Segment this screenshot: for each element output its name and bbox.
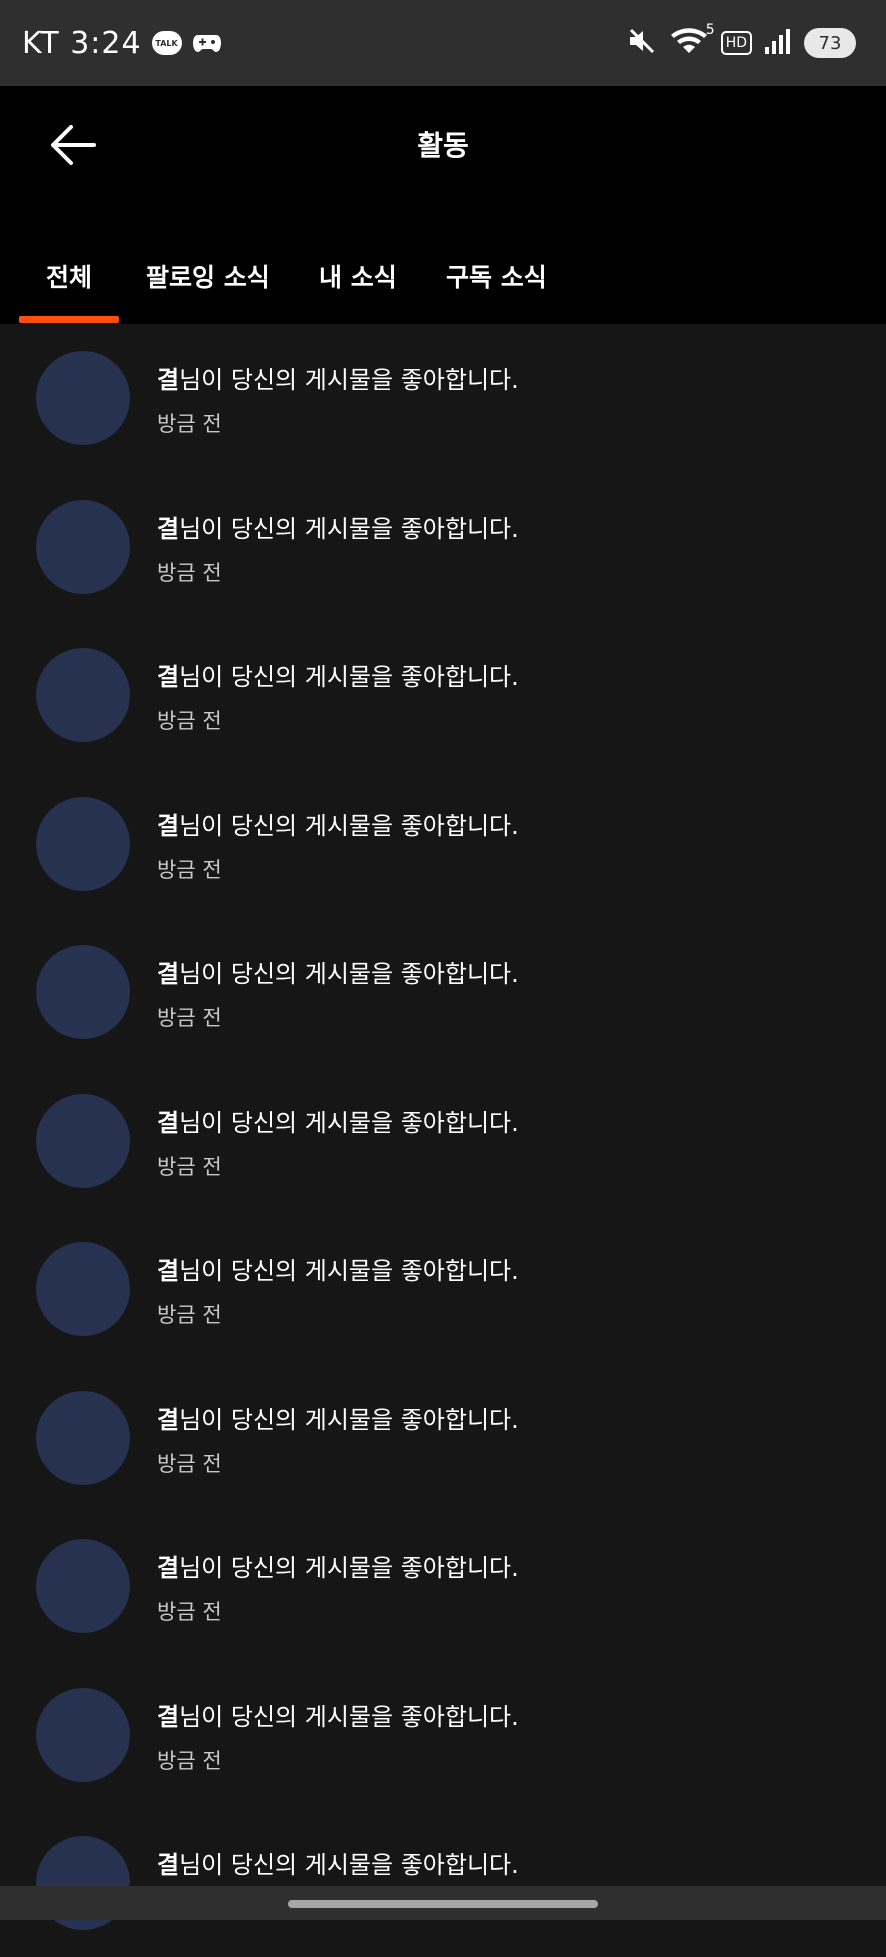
hd-label: HD [725, 35, 747, 51]
list-item[interactable]: 결님이 당신의 게시물을 좋아합니다. 방금 전 [0, 1215, 886, 1363]
notification-time: 방금 전 [157, 1303, 222, 1327]
notification-text: 님이 당신의 게시물을 좋아합니다. [179, 663, 519, 691]
tab-following[interactable]: 팔로잉 소식 [146, 258, 270, 294]
notification-message: 결님이 당신의 게시물을 좋아합니다. [157, 1845, 519, 1880]
avatar[interactable] [36, 1687, 130, 1782]
user-name: 결 [157, 1257, 180, 1285]
notification-time: 방금 전 [157, 1006, 222, 1030]
kakaotalk-icon: TALK [151, 31, 182, 55]
list-item[interactable]: 결님이 당신의 게시물을 좋아합니다. 방금 전 [0, 324, 886, 472]
user-name: 결 [157, 960, 180, 988]
notification-time: 방금 전 [157, 560, 222, 585]
notification-text: 님이 당신의 게시물을 좋아합니다. [179, 1554, 519, 1582]
notification-text: 님이 당신의 게시물을 좋아합니다. [179, 1405, 519, 1434]
wifi-icon: 5 [669, 22, 715, 60]
notification-text: 님이 당신의 게시물을 좋아합니다. [179, 366, 519, 394]
carrier-time: KT 3:24 [22, 25, 142, 61]
mute-icon [627, 27, 657, 59]
avatar[interactable] [36, 1242, 130, 1336]
talk-label: TALK [155, 38, 178, 48]
battery-level: 73 [818, 32, 842, 54]
user-name: 결 [157, 1851, 180, 1879]
avatar[interactable] [36, 499, 130, 594]
hd-voice-icon: HD [720, 31, 752, 55]
list-item[interactable]: 결님이 당신의 게시물을 좋아합니다. 방금 전 [0, 1512, 886, 1660]
notification-time: 방금 전 [157, 1154, 222, 1179]
notification-time: 방금 전 [157, 1600, 222, 1624]
user-name: 결 [157, 514, 180, 543]
notification-time: 방금 전 [157, 1451, 222, 1476]
notification-text: 님이 당신의 게시물을 좋아합니다. [179, 1851, 519, 1879]
tab-bar: 전체 팔로잉 소식 내 소식 구독 소식 [0, 238, 886, 324]
list-item[interactable]: 결님이 당신의 게시물을 좋아합니다. 방금 전 [0, 1364, 886, 1512]
list-item[interactable]: 결님이 당신의 게시물을 좋아합니다. 방금 전 [0, 1067, 886, 1215]
user-name: 결 [157, 811, 180, 840]
notification-time: 방금 전 [157, 857, 222, 882]
notification-message: 결님이 당신의 게시물을 좋아합니다. [157, 657, 519, 692]
notification-message: 결님이 당신의 게시물을 좋아합니다. [157, 1400, 519, 1435]
tab-my-news[interactable]: 내 소식 [319, 258, 397, 294]
notification-text: 님이 당신의 게시물을 좋아합니다. [179, 1257, 519, 1285]
notification-text: 님이 당신의 게시물을 좋아합니다. [179, 514, 519, 543]
avatar[interactable] [36, 796, 130, 891]
game-controller-icon [192, 31, 222, 55]
user-name: 결 [157, 1108, 180, 1137]
user-name: 결 [157, 1405, 180, 1434]
tab-subscriptions[interactable]: 구독 소식 [446, 258, 547, 294]
notification-message: 결님이 당신의 게시물을 좋아합니다. [157, 360, 519, 395]
notification-message: 결님이 당신의 게시물을 좋아합니다. [157, 1697, 519, 1732]
notification-text: 님이 당신의 게시물을 좋아합니다. [179, 1108, 519, 1137]
user-name: 결 [157, 1554, 180, 1582]
avatar[interactable] [36, 1539, 130, 1633]
avatar[interactable] [36, 351, 130, 445]
page-title: 활동 [417, 129, 469, 162]
user-name: 결 [157, 663, 180, 691]
list-item[interactable]: 결님이 당신의 게시물을 좋아합니다. [0, 1809, 886, 1957]
notification-message: 결님이 당신의 게시물을 좋아합니다. [157, 954, 519, 989]
notification-text: 님이 당신의 게시물을 좋아합니다. [179, 811, 519, 840]
user-name: 결 [157, 366, 180, 394]
user-name: 결 [157, 1702, 180, 1731]
notification-message: 결님이 당신의 게시물을 좋아합니다. [157, 806, 519, 841]
list-item[interactable]: 결님이 당신의 게시물을 좋아합니다. 방금 전 [0, 918, 886, 1066]
notification-message: 결님이 당신의 게시물을 좋아합니다. [157, 1103, 519, 1138]
notification-time: 방금 전 [157, 412, 222, 436]
notification-text: 님이 당신의 게시물을 좋아합니다. [179, 1702, 519, 1731]
navigation-bar [0, 1886, 886, 1920]
notification-message: 결님이 당신의 게시물을 좋아합니다. [157, 509, 519, 544]
signal-icon [764, 27, 792, 59]
list-item[interactable]: 결님이 당신의 게시물을 좋아합니다. 방금 전 [0, 473, 886, 621]
notification-text: 님이 당신의 게시물을 좋아합니다. [179, 960, 519, 988]
list-item[interactable]: 결님이 당신의 게시물을 좋아합니다. 방금 전 [0, 1661, 886, 1809]
notification-message: 결님이 당신의 게시물을 좋아합니다. [157, 1251, 519, 1286]
battery-indicator: 73 [804, 28, 856, 58]
notification-message: 결님이 당신의 게시물을 좋아합니다. [157, 1548, 519, 1583]
avatar[interactable] [36, 648, 130, 742]
notification-time: 방금 전 [157, 709, 222, 733]
notification-time: 방금 전 [157, 1748, 222, 1773]
home-indicator[interactable] [288, 1900, 598, 1908]
status-bar: KT 3:24 TALK 5 HD 73 [0, 0, 886, 86]
list-item[interactable]: 결님이 당신의 게시물을 좋아합니다. 방금 전 [0, 770, 886, 918]
list-item[interactable]: 결님이 당신의 게시물을 좋아합니다. 방금 전 [0, 621, 886, 769]
tab-all[interactable]: 전체 [46, 258, 92, 294]
avatar[interactable] [36, 945, 130, 1039]
avatar[interactable] [36, 1390, 130, 1485]
network-digit: 5 [705, 22, 715, 38]
avatar[interactable] [36, 1093, 130, 1188]
selected-tab-indicator [19, 316, 119, 323]
